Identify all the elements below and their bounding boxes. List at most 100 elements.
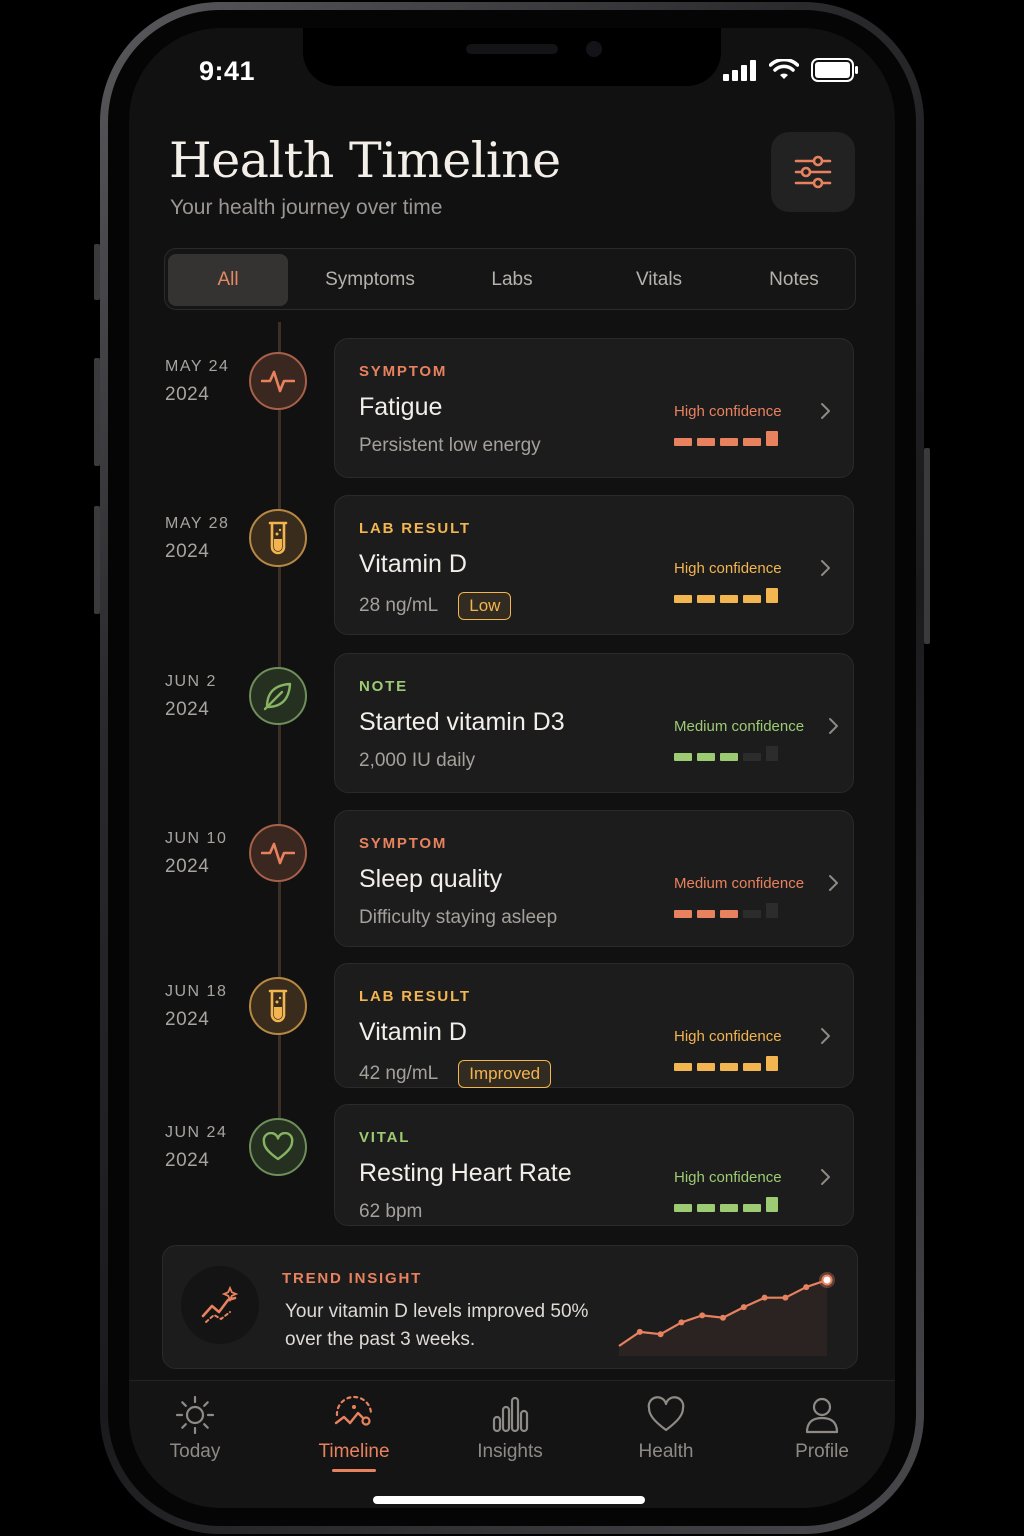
- confidence-bar: [674, 438, 692, 446]
- confidence-bar: [766, 903, 778, 918]
- power-button: [924, 448, 930, 644]
- event-detail: Difficulty staying asleep: [359, 907, 558, 928]
- tab-labs[interactable]: Labs: [452, 254, 572, 306]
- chevron-right-icon[interactable]: [813, 1024, 837, 1048]
- leaf-icon: [262, 680, 294, 712]
- home-indicator[interactable]: [373, 1496, 645, 1504]
- screen: 9:41 Health Timeline Your health journey…: [129, 28, 895, 1508]
- event-date-month: JUN 24: [165, 1124, 228, 1141]
- timeline-card[interactable]: LAB RESULT Vitamin D 42 ng/mL Improved Hi…: [334, 963, 854, 1088]
- timeline-card[interactable]: VITAL Resting Heart Rate 62 bpm High con…: [334, 1104, 854, 1226]
- nav-timeline-label: Timeline: [318, 1441, 390, 1462]
- nav-today[interactable]: Today: [135, 1395, 255, 1463]
- trend-insight-card[interactable]: TREND INSIGHT Your vitamin D levels impr…: [162, 1245, 858, 1369]
- confidence-bar: [766, 588, 778, 603]
- confidence-bar: [674, 753, 692, 761]
- tab-symptoms[interactable]: Symptoms: [310, 254, 430, 306]
- trend-point: [657, 1331, 664, 1338]
- confidence-bar: [674, 1063, 692, 1071]
- tab-vitals[interactable]: Vitals: [599, 254, 719, 306]
- confidence-bar: [674, 910, 692, 918]
- speaker: [466, 44, 558, 54]
- confidence-bar: [720, 1204, 738, 1212]
- trend-point: [761, 1294, 768, 1301]
- nav-insights-label: Insights: [477, 1441, 543, 1462]
- confidence-meter: [674, 588, 778, 603]
- nav-active-indicator: [332, 1469, 376, 1472]
- confidence-label: High confidence: [674, 403, 782, 420]
- confidence-meter: [674, 431, 778, 446]
- filter-tabs: All Symptoms Labs Vitals Notes: [164, 248, 856, 310]
- confidence-bar: [743, 1063, 761, 1071]
- confidence-bar: [674, 1204, 692, 1212]
- confidence-bar: [720, 910, 738, 918]
- sliders-icon: [794, 155, 832, 189]
- nav-timeline[interactable]: Timeline: [294, 1395, 414, 1472]
- pulse-node: [249, 352, 307, 410]
- confidence-bar: [743, 1204, 761, 1212]
- timeline-card[interactable]: SYMPTOM Fatigue Persistent low energy Hi…: [334, 338, 854, 478]
- nav-health[interactable]: Health: [606, 1395, 726, 1463]
- timeline-icon: [334, 1395, 373, 1426]
- trend-point: [821, 1274, 833, 1286]
- event-date-month: MAY 24: [165, 358, 230, 375]
- confidence-bar: [743, 753, 761, 761]
- insight-text: Your vitamin D levels improved 50% over …: [285, 1301, 589, 1350]
- trend-point: [803, 1284, 810, 1291]
- chevron-right-icon[interactable]: [821, 871, 845, 895]
- nav-profile[interactable]: Profile: [762, 1395, 882, 1463]
- chevron-right-icon[interactable]: [813, 556, 837, 580]
- timeline-card[interactable]: LAB RESULT Vitamin D 28 ng/mL Low High co…: [334, 495, 854, 635]
- pulse-icon: [261, 368, 295, 394]
- volume-up-button: [94, 358, 100, 466]
- trend-point: [678, 1319, 685, 1326]
- event-date-year: 2024: [165, 1009, 210, 1030]
- confidence-bar: [766, 1197, 778, 1212]
- confidence-bar: [766, 431, 778, 446]
- event-detail: 62 bpm: [359, 1201, 423, 1222]
- event-detail-row: 42 ng/mL Improved: [359, 1060, 552, 1088]
- tab-all[interactable]: All: [168, 254, 288, 306]
- dynamic-island: [303, 28, 721, 86]
- heart-node: [249, 1118, 307, 1176]
- confidence-label: Medium confidence: [674, 718, 805, 735]
- trend-point: [699, 1312, 706, 1319]
- page-title: Health Timeline: [169, 132, 561, 189]
- event-detail: 28 ng/mL: [359, 595, 439, 616]
- confidence-meter: [674, 1197, 778, 1212]
- nav-today-label: Today: [169, 1441, 221, 1462]
- event-title: Vitamin D: [359, 1018, 467, 1046]
- heart-icon: [647, 1396, 685, 1432]
- timeline-card[interactable]: NOTE Started vitamin D3 2,000 IU daily M…: [334, 653, 854, 793]
- confidence-bar: [697, 1063, 715, 1071]
- trend-point: [740, 1304, 747, 1311]
- trend-sparkline: [618, 1272, 835, 1356]
- confidence-bar: [743, 910, 761, 918]
- event-title: Resting Heart Rate: [359, 1159, 572, 1187]
- tab-notes[interactable]: Notes: [734, 254, 854, 306]
- filter-button[interactable]: [771, 132, 855, 212]
- heart-icon: [261, 1132, 295, 1162]
- event-date-year: 2024: [165, 856, 210, 877]
- test-tube-node: [249, 509, 307, 567]
- trend-sparkle-icon: [181, 1266, 259, 1344]
- event-category: NOTE: [359, 678, 408, 695]
- test-tube-icon: [266, 989, 290, 1023]
- person-icon: [805, 1397, 839, 1434]
- confidence-label: High confidence: [674, 1169, 782, 1186]
- timeline-card[interactable]: SYMPTOM Sleep quality Difficulty staying…: [334, 810, 854, 947]
- confidence-label: High confidence: [674, 560, 782, 577]
- chevron-right-icon[interactable]: [813, 1165, 837, 1189]
- event-detail-row: 28 ng/mL Low: [359, 592, 512, 620]
- chevron-right-icon[interactable]: [821, 714, 845, 738]
- confidence-meter: [674, 903, 778, 918]
- nav-profile-label: Profile: [795, 1441, 849, 1462]
- camera: [586, 41, 602, 57]
- page-subtitle: Your health journey over time: [170, 196, 443, 219]
- event-category: LAB RESULT: [359, 988, 471, 1005]
- status-badge: Improved: [458, 1060, 552, 1088]
- tab-bar: Today Timeline Insights Health Profile: [129, 1380, 895, 1508]
- nav-insights[interactable]: Insights: [450, 1395, 570, 1463]
- chevron-right-icon[interactable]: [813, 399, 837, 423]
- event-detail-row: 62 bpm: [359, 1201, 422, 1223]
